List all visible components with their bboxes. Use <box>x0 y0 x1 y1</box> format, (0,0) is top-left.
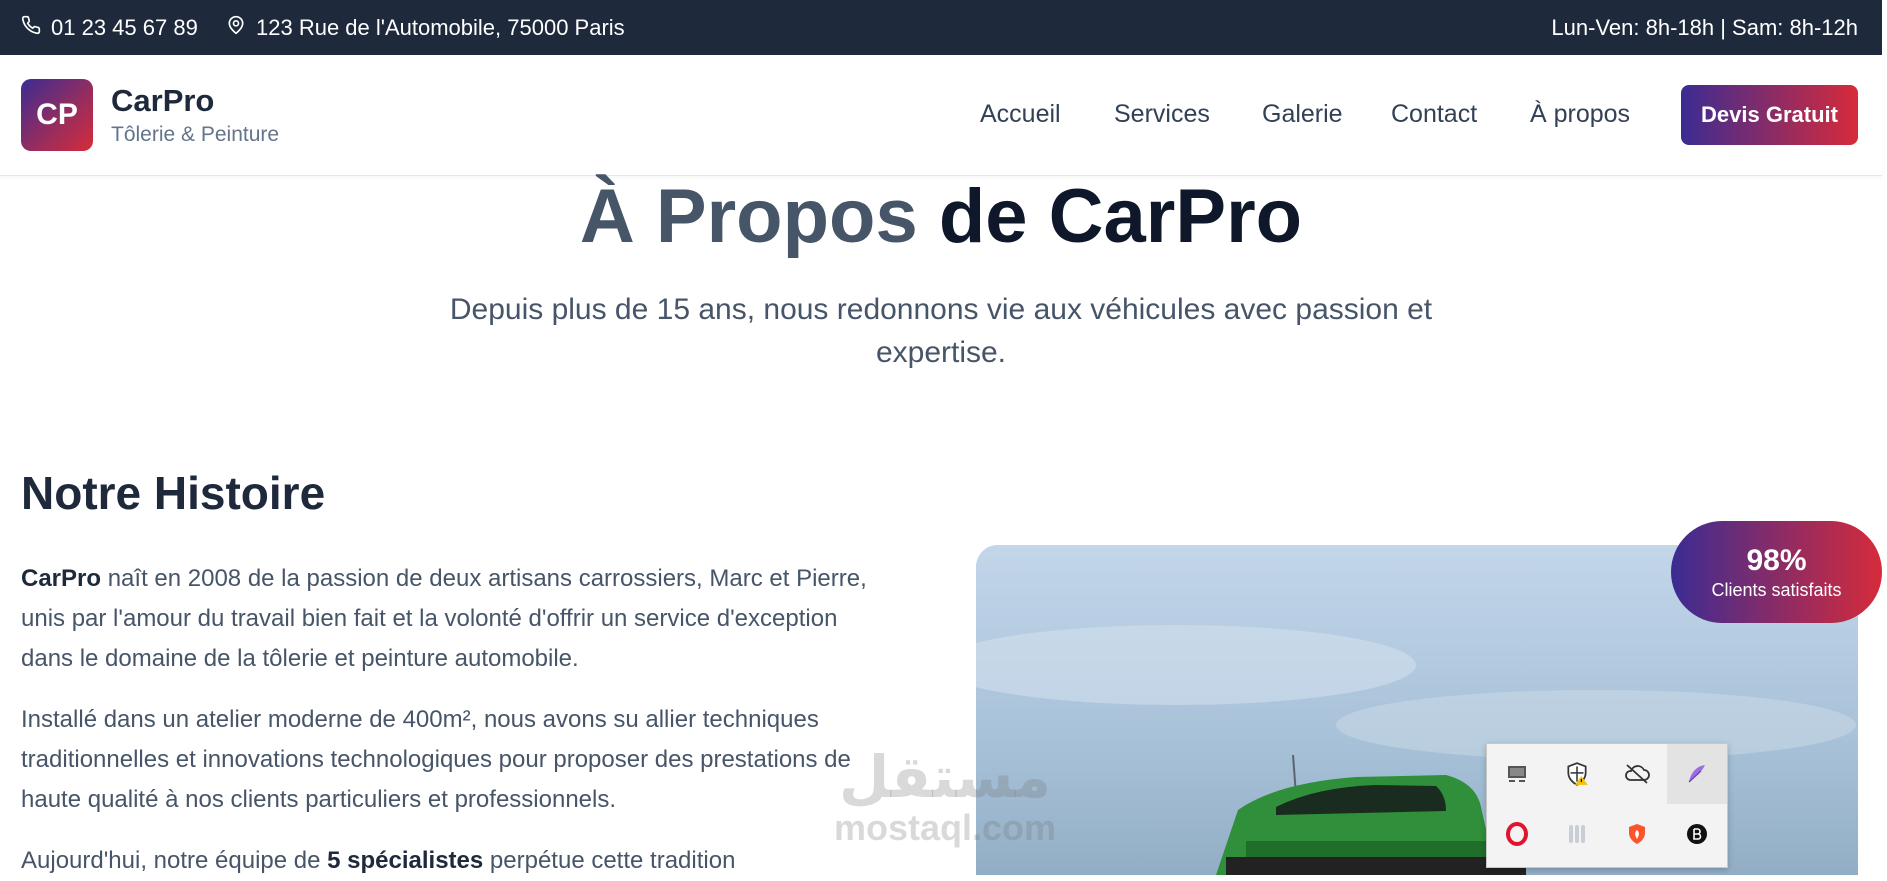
hours-text: Lun-Ven: 8h-18h | Sam: 8h-12h <box>1551 14 1858 40</box>
satisfaction-label: Clients satisfaits <box>1711 580 1842 600</box>
map-pin-icon <box>226 15 246 41</box>
page-title-part1: À Propos <box>579 174 918 259</box>
specialists-strong: 5 spécialistes <box>327 847 484 874</box>
brand-tagline: Tôlerie & Peinture <box>111 123 280 146</box>
logo[interactable]: CP <box>21 79 93 151</box>
cloud-off-icon[interactable] <box>1607 744 1667 804</box>
system-tray-popup <box>1486 743 1728 868</box>
feather-icon[interactable] <box>1667 744 1727 804</box>
free-quote-button[interactable]: Devis Gratuit <box>1681 85 1858 145</box>
history-paragraph-1: CarPro naît en 2008 de la passion de deu… <box>21 559 891 679</box>
phone-number: 01 23 45 67 89 <box>51 14 198 40</box>
history-paragraph-1-text: naît en 2008 de la passion de deux artis… <box>21 565 867 672</box>
satisfaction-badge: 98% Clients satisfaits <box>1671 521 1882 623</box>
brand-strong: CarPro <box>21 565 102 592</box>
nav-item-services[interactable]: Services <box>1114 100 1210 129</box>
watermark-latin: mostaql.com <box>833 807 1057 848</box>
shield-warning-icon[interactable] <box>1547 744 1607 804</box>
phone-icon <box>21 15 41 41</box>
history-paragraph-2: Installé dans un atelier moderne de 400m… <box>21 706 851 813</box>
nav-item-accueil[interactable]: Accueil <box>980 100 1061 129</box>
page-title: À Propos de CarPro <box>0 172 1882 262</box>
page-title-part2: de CarPro <box>938 174 1303 259</box>
watermark: مستقل mostaql.com <box>830 748 1060 848</box>
brand-name[interactable]: CarPro <box>111 83 214 119</box>
address-contact: 123 Rue de l'Automobile, 75000 Paris <box>226 0 625 55</box>
audio-bars-icon[interactable] <box>1547 804 1607 864</box>
address-text: 123 Rue de l'Automobile, 75000 Paris <box>256 14 625 40</box>
satisfaction-value: 98% <box>1746 544 1807 577</box>
nav-item-contact[interactable]: Contact <box>1391 100 1477 129</box>
site-header: CP CarPro Tôlerie & Peinture Accueil Ser… <box>0 55 1882 176</box>
watermark-arabic: مستقل <box>838 745 1052 810</box>
history-paragraph-3-pre: Aujourd'hui, notre équipe de <box>21 847 328 874</box>
monitor-icon[interactable] <box>1487 744 1547 804</box>
history-paragraph-3: Aujourd'hui, notre équipe de 5 spécialis… <box>21 841 891 881</box>
history-paragraph-3-post: perpétue cette tradition <box>483 847 736 874</box>
page-subtitle: Depuis plus de 15 ans, nous redonnons vi… <box>449 293 1433 369</box>
top-info-bar: 01 23 45 67 89 123 Rue de l'Automobile, … <box>0 0 1882 55</box>
logo-text: CP <box>36 98 78 131</box>
opera-icon[interactable] <box>1487 804 1547 864</box>
history-heading: Notre Histoire <box>21 467 326 519</box>
b-circle-icon[interactable] <box>1667 804 1727 864</box>
brave-icon[interactable] <box>1607 804 1667 864</box>
opening-hours: Lun-Ven: 8h-18h | Sam: 8h-12h <box>1551 0 1858 55</box>
phone-contact[interactable]: 01 23 45 67 89 <box>21 0 198 55</box>
nav-item-galerie[interactable]: Galerie <box>1262 100 1343 129</box>
nav-item-a-propos[interactable]: À propos <box>1530 100 1630 129</box>
